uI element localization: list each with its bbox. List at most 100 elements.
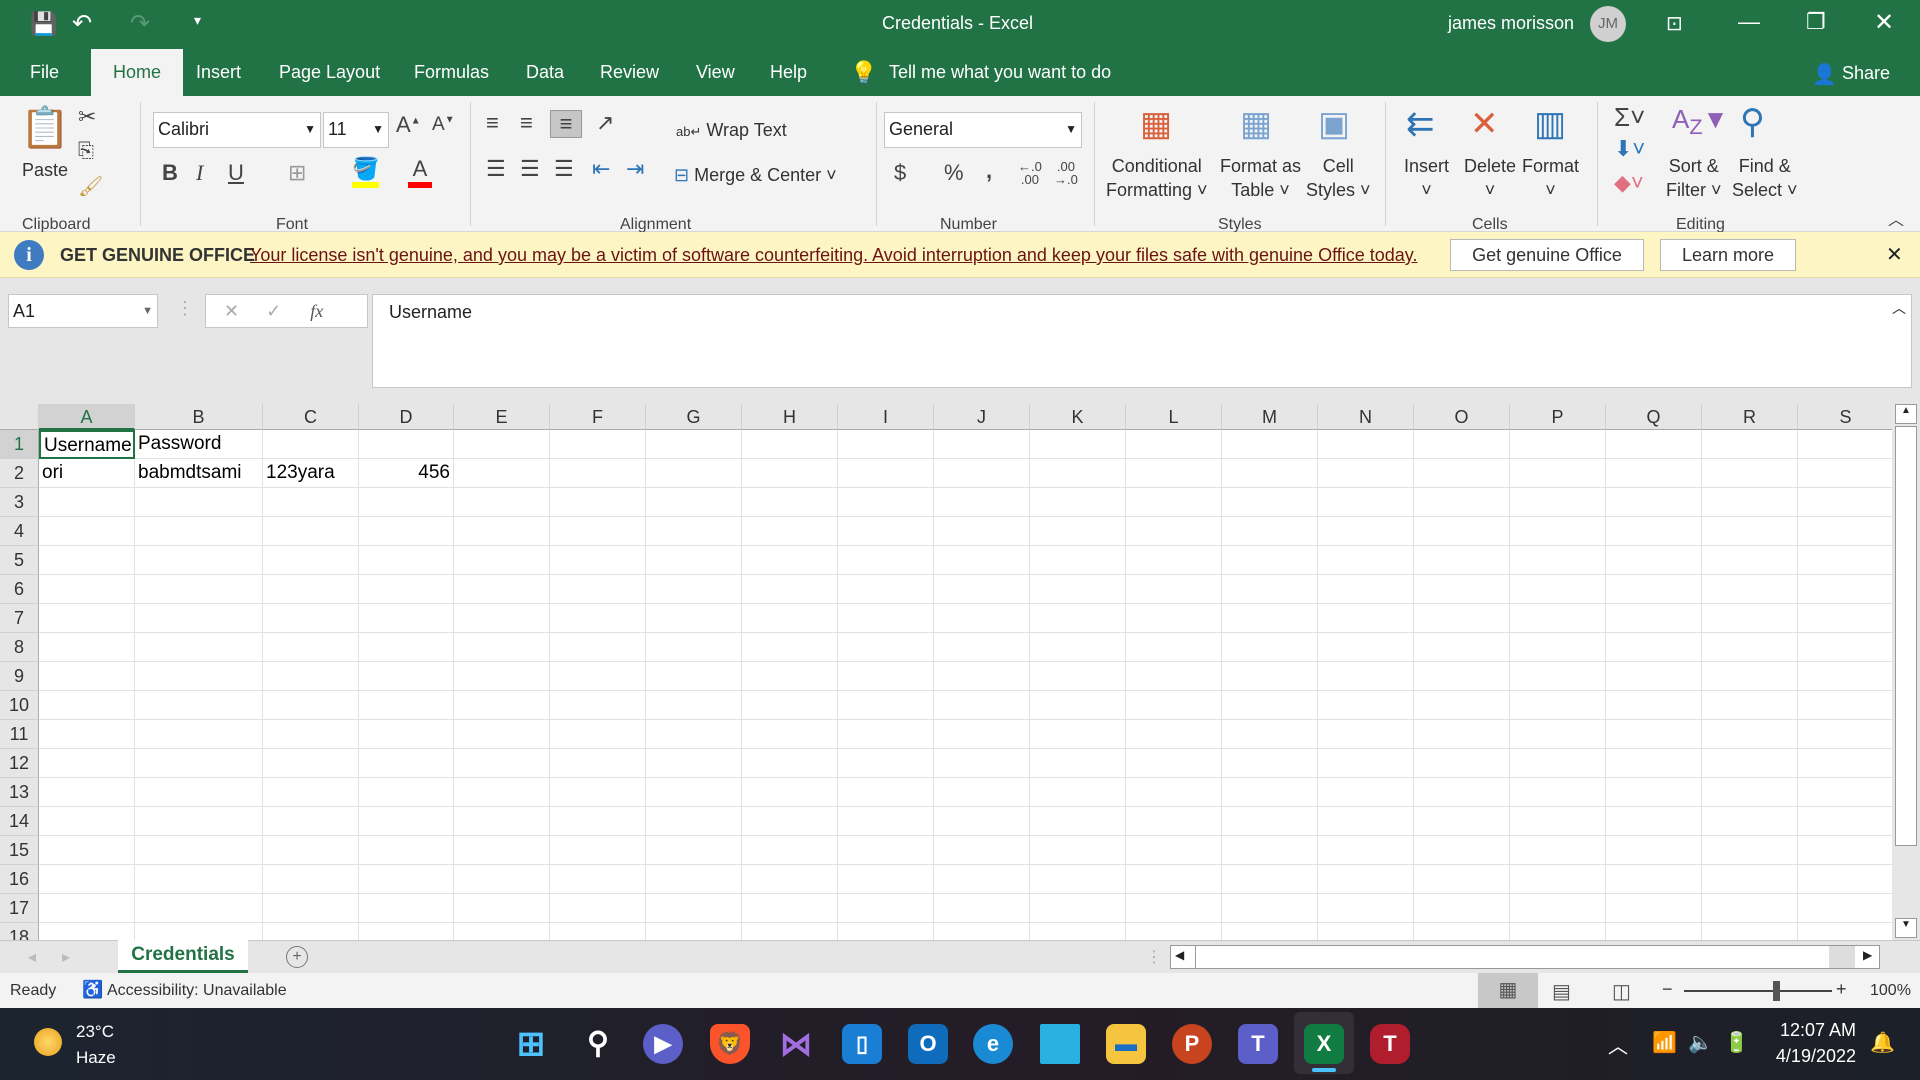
font-color-icon[interactable]: A bbox=[408, 156, 432, 188]
vertical-scroll-thumb[interactable] bbox=[1895, 426, 1917, 846]
clock-time[interactable]: 12:07 AM bbox=[1776, 1020, 1856, 1041]
cell-L5[interactable] bbox=[1126, 546, 1222, 575]
cell-J7[interactable] bbox=[934, 604, 1030, 633]
cell-N13[interactable] bbox=[1318, 778, 1414, 807]
minimize-icon[interactable]: — bbox=[1738, 9, 1760, 35]
cell-D12[interactable] bbox=[359, 749, 454, 778]
cell-H17[interactable] bbox=[742, 894, 838, 923]
row-header-13[interactable]: 13 bbox=[0, 778, 39, 807]
cell-H3[interactable] bbox=[742, 488, 838, 517]
row-header-4[interactable]: 4 bbox=[0, 517, 39, 546]
cell-K17[interactable] bbox=[1030, 894, 1126, 923]
tab-file[interactable]: File bbox=[16, 49, 73, 96]
cell-Q4[interactable] bbox=[1606, 517, 1702, 546]
cell-H14[interactable] bbox=[742, 807, 838, 836]
cell-F17[interactable] bbox=[550, 894, 646, 923]
cell-D7[interactable] bbox=[359, 604, 454, 633]
cell-R3[interactable] bbox=[1702, 488, 1798, 517]
cell-B12[interactable] bbox=[135, 749, 263, 778]
cell-S15[interactable] bbox=[1798, 836, 1892, 865]
column-header-K[interactable]: K bbox=[1030, 404, 1126, 430]
cell-S14[interactable] bbox=[1798, 807, 1892, 836]
cell-R6[interactable] bbox=[1702, 575, 1798, 604]
cell-A15[interactable] bbox=[39, 836, 135, 865]
cell-R9[interactable] bbox=[1702, 662, 1798, 691]
cell-R1[interactable] bbox=[1702, 430, 1798, 459]
cell-R10[interactable] bbox=[1702, 691, 1798, 720]
cell-J13[interactable] bbox=[934, 778, 1030, 807]
cell-M11[interactable] bbox=[1222, 720, 1318, 749]
tab-view[interactable]: View bbox=[682, 49, 749, 96]
cell-G3[interactable] bbox=[646, 488, 742, 517]
cell-I2[interactable] bbox=[838, 459, 934, 488]
cell-L2[interactable] bbox=[1126, 459, 1222, 488]
search-icon[interactable]: ⚲ bbox=[578, 1024, 618, 1064]
cell-K8[interactable] bbox=[1030, 633, 1126, 662]
cell-E5[interactable] bbox=[454, 546, 550, 575]
cell-Q5[interactable] bbox=[1606, 546, 1702, 575]
cell-F8[interactable] bbox=[550, 633, 646, 662]
cell-I1[interactable] bbox=[838, 430, 934, 459]
cell-O11[interactable] bbox=[1414, 720, 1510, 749]
select-all-button[interactable] bbox=[0, 404, 39, 430]
name-box[interactable]: A1 ▼ bbox=[8, 294, 158, 328]
cell-K5[interactable] bbox=[1030, 546, 1126, 575]
cell-P16[interactable] bbox=[1510, 865, 1606, 894]
cell-P8[interactable] bbox=[1510, 633, 1606, 662]
cell-Q6[interactable] bbox=[1606, 575, 1702, 604]
cell-B8[interactable] bbox=[135, 633, 263, 662]
cell-D17[interactable] bbox=[359, 894, 454, 923]
cell-C2[interactable]: 123yara bbox=[263, 459, 359, 488]
cell-J12[interactable] bbox=[934, 749, 1030, 778]
cell-S16[interactable] bbox=[1798, 865, 1892, 894]
currency-button[interactable]: $ bbox=[894, 160, 906, 186]
close-icon[interactable]: ✕ bbox=[1874, 8, 1894, 37]
cell-D2[interactable]: 456 bbox=[359, 459, 454, 488]
cell-P11[interactable] bbox=[1510, 720, 1606, 749]
cell-F14[interactable] bbox=[550, 807, 646, 836]
cell-A14[interactable] bbox=[39, 807, 135, 836]
weather-icon[interactable] bbox=[34, 1028, 62, 1056]
cell-K15[interactable] bbox=[1030, 836, 1126, 865]
row-header-7[interactable]: 7 bbox=[0, 604, 39, 633]
cell-H11[interactable] bbox=[742, 720, 838, 749]
cell-G16[interactable] bbox=[646, 865, 742, 894]
cell-N9[interactable] bbox=[1318, 662, 1414, 691]
middle-align-icon[interactable]: ≡ bbox=[520, 110, 533, 136]
column-header-G[interactable]: G bbox=[646, 404, 742, 430]
cell-L13[interactable] bbox=[1126, 778, 1222, 807]
cell-I5[interactable] bbox=[838, 546, 934, 575]
cell-F18[interactable] bbox=[550, 923, 646, 940]
cell-L9[interactable] bbox=[1126, 662, 1222, 691]
cell-Q18[interactable] bbox=[1606, 923, 1702, 940]
cell-A4[interactable] bbox=[39, 517, 135, 546]
cell-O13[interactable] bbox=[1414, 778, 1510, 807]
cell-J4[interactable] bbox=[934, 517, 1030, 546]
cell-R14[interactable] bbox=[1702, 807, 1798, 836]
cell-N18[interactable] bbox=[1318, 923, 1414, 940]
cell-A9[interactable] bbox=[39, 662, 135, 691]
cell-O5[interactable] bbox=[1414, 546, 1510, 575]
cell-L4[interactable] bbox=[1126, 517, 1222, 546]
cell-F1[interactable] bbox=[550, 430, 646, 459]
cell-J14[interactable] bbox=[934, 807, 1030, 836]
cell-A13[interactable] bbox=[39, 778, 135, 807]
cell-I18[interactable] bbox=[838, 923, 934, 940]
cell-O7[interactable] bbox=[1414, 604, 1510, 633]
bottom-align-icon[interactable]: ≡ bbox=[550, 110, 582, 138]
cell-Q1[interactable] bbox=[1606, 430, 1702, 459]
increase-font-icon[interactable]: A▲ bbox=[396, 112, 421, 138]
cell-I10[interactable] bbox=[838, 691, 934, 720]
cell-C8[interactable] bbox=[263, 633, 359, 662]
cell-E11[interactable] bbox=[454, 720, 550, 749]
cell-L3[interactable] bbox=[1126, 488, 1222, 517]
cell-M17[interactable] bbox=[1222, 894, 1318, 923]
ribbon-display-icon[interactable]: ⊡ bbox=[1666, 11, 1683, 36]
column-header-D[interactable]: D bbox=[359, 404, 454, 430]
cell-M13[interactable] bbox=[1222, 778, 1318, 807]
cell-A11[interactable] bbox=[39, 720, 135, 749]
paste-button[interactable]: Paste bbox=[22, 158, 68, 182]
cell-B6[interactable] bbox=[135, 575, 263, 604]
cell-S8[interactable] bbox=[1798, 633, 1892, 662]
row-header-8[interactable]: 8 bbox=[0, 633, 39, 662]
